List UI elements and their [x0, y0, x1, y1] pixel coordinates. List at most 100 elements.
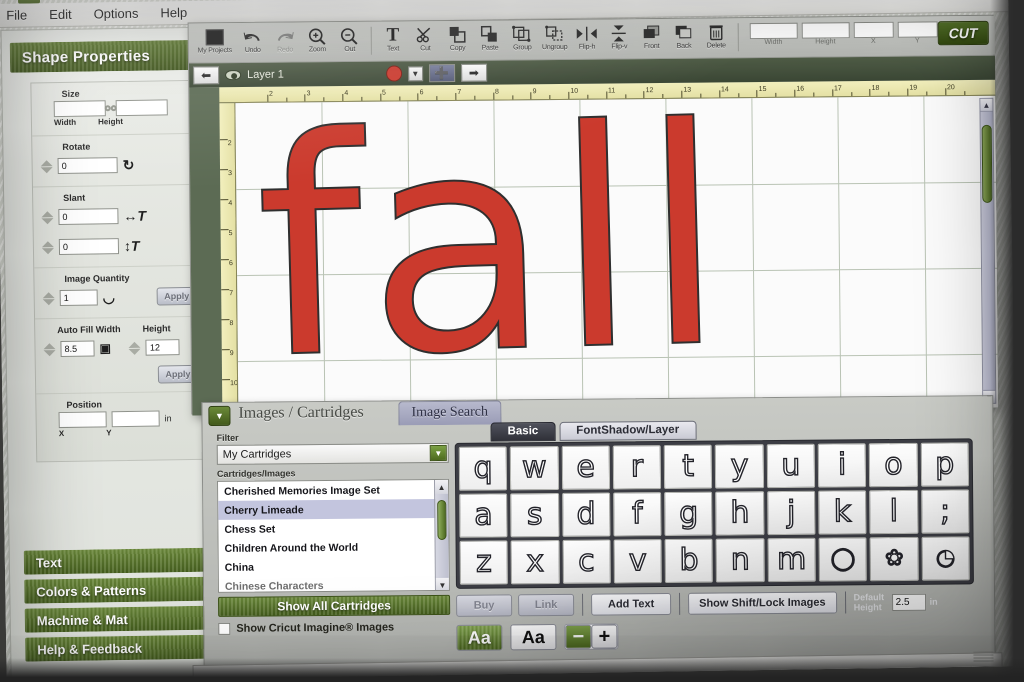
- keyboard-key[interactable]: j: [766, 490, 816, 536]
- chevron-down-icon[interactable]: ▼: [435, 577, 449, 593]
- slant-horizontal-input[interactable]: [58, 208, 119, 226]
- buy-button[interactable]: Buy: [456, 594, 513, 617]
- artwork-text[interactable]: fall: [251, 96, 734, 415]
- keyboard-key[interactable]: z: [459, 540, 509, 585]
- auto-fill-width-input[interactable]: [60, 340, 95, 358]
- keyboard-key[interactable]: ❀: [869, 536, 919, 582]
- keyboard-key[interactable]: k: [818, 490, 867, 535]
- list-item[interactable]: Children Around the World: [219, 537, 449, 558]
- toolbar-y-input[interactable]: [897, 21, 938, 38]
- rotate-stepper[interactable]: [40, 154, 53, 178]
- lowercase-toggle-button[interactable]: Aa: [510, 623, 557, 651]
- my-projects-button[interactable]: My Projects: [193, 25, 237, 63]
- keyboard-key[interactable]: y: [715, 444, 764, 489]
- keyboard-key[interactable]: u: [766, 443, 816, 489]
- default-height-input[interactable]: [891, 593, 926, 611]
- group-button[interactable]: Group: [506, 22, 539, 60]
- keyboard-key[interactable]: n: [716, 538, 765, 583]
- layer-color-swatch[interactable]: [385, 65, 402, 82]
- cartridges-scrollbar[interactable]: ▲ ▼: [434, 479, 449, 593]
- keyboard-key[interactable]: v: [613, 539, 663, 584]
- chevron-down-icon[interactable]: ▼: [429, 444, 447, 462]
- cartridges-listbox[interactable]: Cherished Memories Image Set Cherry Lime…: [217, 478, 450, 593]
- link-button[interactable]: Link: [518, 593, 575, 617]
- keyboard-key[interactable]: d: [561, 492, 611, 537]
- keyboard-key[interactable]: l: [869, 489, 919, 535]
- menu-item-file[interactable]: File: [6, 8, 27, 23]
- show-all-cartridges-button[interactable]: Show All Cartridges: [218, 594, 451, 617]
- auto-fill-height-input[interactable]: [145, 339, 181, 356]
- visibility-eye-icon[interactable]: [225, 70, 242, 81]
- list-item-selected[interactable]: Cherry Limeade: [218, 498, 449, 520]
- panel-collapse-button[interactable]: ▼: [208, 405, 231, 427]
- add-text-button[interactable]: Add Text: [591, 592, 672, 616]
- auto-fill-width-stepper[interactable]: [43, 337, 56, 361]
- cut-tool-button[interactable]: Cut: [409, 23, 442, 61]
- list-item[interactable]: Cherished Memories Image Set: [218, 480, 448, 501]
- keyboard-key[interactable]: a: [459, 493, 508, 538]
- show-cricut-imagine-checkbox[interactable]: [218, 622, 231, 635]
- list-item[interactable]: China: [219, 556, 449, 577]
- slant-h-stepper[interactable]: [41, 205, 54, 229]
- keyboard-key[interactable]: t: [663, 444, 713, 490]
- keyboard-key[interactable]: h: [715, 491, 765, 536]
- resize-grip[interactable]: [973, 651, 994, 662]
- keyboard-key[interactable]: f: [613, 492, 662, 537]
- auto-fill-height-stepper[interactable]: [128, 336, 142, 360]
- rotate-icon[interactable]: ↻: [123, 156, 135, 173]
- chevron-down-icon[interactable]: ▼: [407, 65, 423, 81]
- send-back-button[interactable]: Back: [668, 21, 701, 59]
- delete-button[interactable]: Delete: [700, 20, 733, 58]
- sidebar-item-text[interactable]: Text: [23, 547, 215, 575]
- show-shift-lock-images-button[interactable]: Show Shift/Lock Images: [688, 591, 837, 615]
- slant-vertical-input[interactable]: [58, 238, 120, 256]
- undo-button[interactable]: Undo: [236, 25, 269, 63]
- size-height-input[interactable]: [115, 99, 168, 117]
- redo-button[interactable]: Redo: [269, 24, 302, 62]
- menu-item-edit[interactable]: Edit: [49, 7, 72, 22]
- rotate-input[interactable]: [57, 157, 118, 175]
- position-y-input[interactable]: [111, 410, 160, 428]
- add-layer-button[interactable]: ➕: [428, 63, 455, 83]
- tab-basic[interactable]: Basic: [490, 421, 556, 442]
- image-quantity-input[interactable]: [59, 289, 98, 307]
- canvas-vertical-scrollbar[interactable]: ▲ ▼: [979, 97, 997, 404]
- chevron-up-icon[interactable]: ▲: [980, 98, 993, 112]
- tab-images-cartridges[interactable]: Images / Cartridges: [238, 404, 363, 423]
- keyboard-key[interactable]: g: [664, 491, 713, 537]
- keyboard-key[interactable]: r: [612, 445, 662, 490]
- tab-fontshadow-layer[interactable]: FontShadow/Layer: [559, 420, 697, 441]
- keyboard-key[interactable]: w: [510, 445, 559, 491]
- chevron-up-icon[interactable]: ▲: [435, 479, 449, 495]
- keyboard-key[interactable]: m: [767, 537, 817, 583]
- filter-select[interactable]: My Cartridges ▼: [216, 442, 449, 465]
- keyboard-key[interactable]: ◯: [818, 537, 868, 582]
- keyboard-key[interactable]: b: [664, 538, 714, 584]
- keyboard-key[interactable]: i: [817, 443, 867, 488]
- keyboard-key[interactable]: x: [510, 539, 560, 585]
- menu-item-help[interactable]: Help: [160, 5, 187, 20]
- sidebar-item-colors-patterns[interactable]: Colors & Patterns: [24, 576, 215, 604]
- slant-v-stepper[interactable]: [41, 235, 55, 259]
- layer-next-button[interactable]: ➡: [460, 63, 487, 82]
- canvas-area[interactable]: 2 3 4 5 6 7 8 9 10 11 12 13 14 15 16 17 18 19 20 2 3 4 5 6 7 8 9 1…: [189, 79, 999, 416]
- copy-button[interactable]: Copy: [441, 23, 474, 61]
- keyboard-key[interactable]: e: [561, 445, 610, 490]
- menu-item-options[interactable]: Options: [94, 6, 139, 22]
- cutting-mat[interactable]: fall: [235, 95, 999, 416]
- decrease-size-button[interactable]: −: [565, 624, 592, 649]
- zoom-out-button[interactable]: Out: [333, 24, 366, 62]
- link-chain-icon[interactable]: [103, 101, 119, 115]
- cut-action-button[interactable]: CUT: [937, 20, 989, 46]
- scrollbar-thumb[interactable]: [437, 499, 447, 541]
- toolbar-width-input[interactable]: [749, 22, 798, 40]
- sidebar-item-machine-mat[interactable]: Machine & Mat: [24, 605, 215, 633]
- toolbar-x-input[interactable]: [853, 21, 894, 39]
- flip-horizontal-button[interactable]: Flip-h: [571, 22, 604, 60]
- increase-size-button[interactable]: +: [591, 624, 618, 649]
- list-item[interactable]: Chinese Characters: [219, 575, 449, 593]
- paste-button[interactable]: Paste: [474, 22, 507, 60]
- keyboard-grid[interactable]: q w e r t y u i o p a s d f g h j k l; z x c v b n m ◯ ❀ ◔: [454, 438, 974, 589]
- position-x-input[interactable]: [58, 411, 107, 429]
- scrollbar-thumb[interactable]: [981, 124, 993, 203]
